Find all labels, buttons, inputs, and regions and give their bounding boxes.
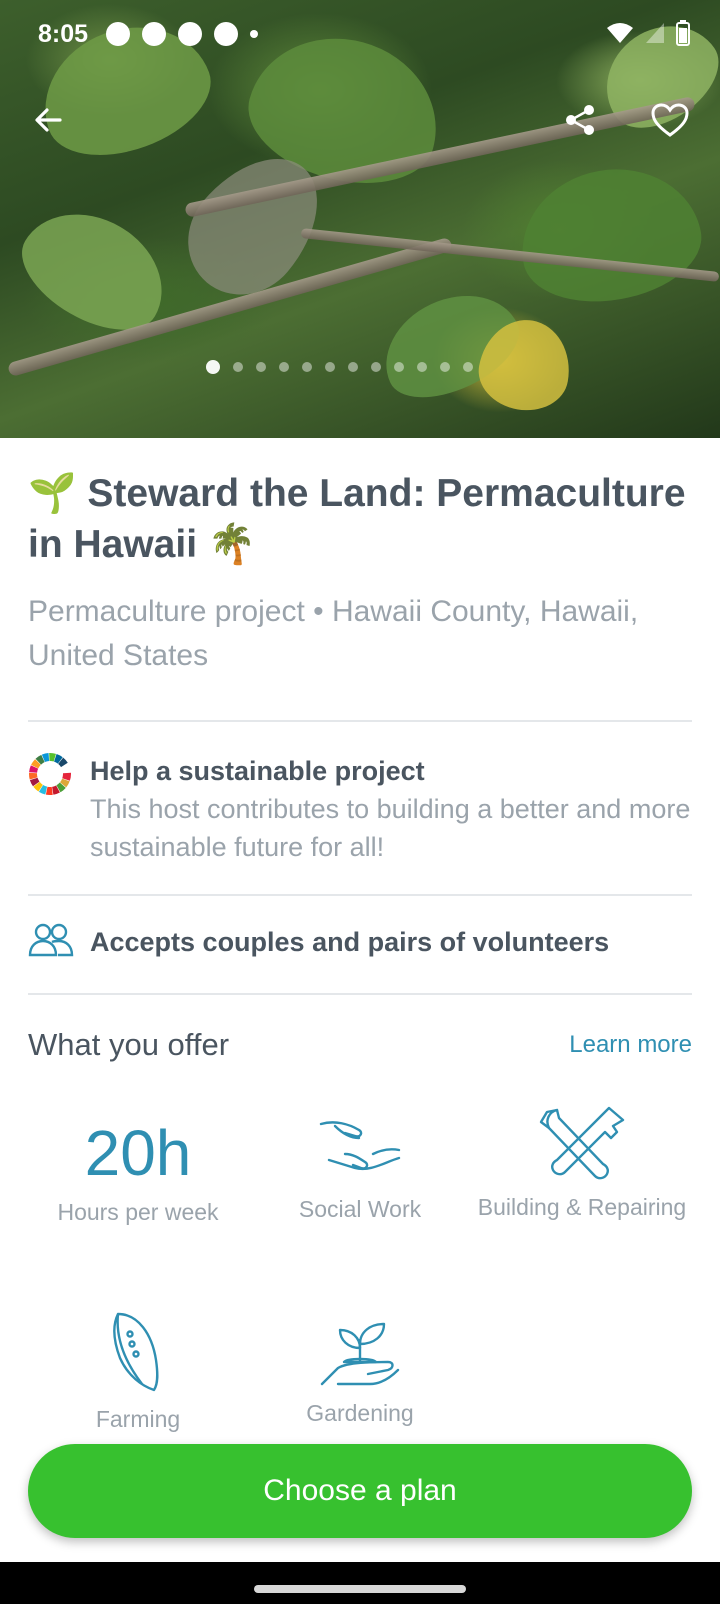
plant-in-hand-icon bbox=[320, 1322, 400, 1386]
offer-hours: 20h Hours per week bbox=[28, 1118, 248, 1229]
offer-item-gardening: Gardening bbox=[250, 1318, 470, 1430]
palm-tree-emoji: 🌴 bbox=[207, 523, 257, 566]
divider bbox=[28, 894, 692, 896]
photo-leaf bbox=[510, 155, 710, 315]
hours-label: Hours per week bbox=[57, 1199, 219, 1225]
learn-more-link[interactable]: Learn more bbox=[569, 1031, 692, 1059]
feature-icon-wrap bbox=[28, 752, 74, 801]
carousel-dot-active[interactable] bbox=[206, 360, 220, 374]
heart-outline-icon bbox=[651, 103, 689, 137]
system-icons bbox=[606, 20, 690, 46]
messenger-notification-icon bbox=[178, 22, 202, 46]
hands-icon bbox=[319, 1121, 401, 1171]
choose-plan-button[interactable]: Choose a plan bbox=[28, 1444, 692, 1538]
offer-item-farming: Farming bbox=[28, 1310, 248, 1436]
carousel-dot[interactable] bbox=[417, 362, 427, 372]
carousel-dot[interactable] bbox=[394, 362, 404, 372]
hours-value: 20h bbox=[84, 1117, 192, 1189]
feature-title: Accepts couples and pairs of volunteers bbox=[90, 927, 610, 957]
seedling-emoji: 🌱 bbox=[28, 472, 77, 515]
notification-icons bbox=[106, 22, 258, 46]
system-nav-bar bbox=[0, 1562, 720, 1604]
carousel-dot[interactable] bbox=[233, 362, 243, 372]
more-notifications-dot-icon bbox=[250, 30, 258, 38]
listing-title-text: Steward the Land: Permaculture in Hawaii bbox=[28, 472, 686, 566]
feature-body: Help a sustainable project This host con… bbox=[90, 752, 692, 866]
offer-title: What you offer bbox=[28, 1027, 230, 1062]
carousel-indicator[interactable] bbox=[206, 360, 473, 374]
feature-couples: Accepts couples and pairs of volunteers bbox=[28, 922, 692, 963]
corn-icon bbox=[113, 1312, 159, 1392]
offer-item-label: Gardening bbox=[306, 1400, 414, 1426]
offer-item-social-work: Social Work bbox=[250, 1114, 470, 1226]
status-bar: 8:05 bbox=[0, 0, 720, 70]
carousel-dot[interactable] bbox=[371, 362, 381, 372]
favorite-button[interactable] bbox=[646, 96, 694, 144]
offer-item-label: Farming bbox=[95, 1406, 181, 1432]
messenger-notification-icon bbox=[142, 22, 166, 46]
listing-subtitle: Permaculture project • Hawaii County, Ha… bbox=[28, 595, 639, 672]
feature-icon-wrap bbox=[28, 922, 74, 963]
share-icon bbox=[566, 105, 594, 135]
tools-icon bbox=[539, 1106, 625, 1180]
arrow-left-icon bbox=[35, 108, 62, 132]
carousel-dot[interactable] bbox=[325, 362, 335, 372]
listing-title: 🌱 Steward the Land: Permaculture in Hawa… bbox=[28, 468, 692, 570]
carousel-dot[interactable] bbox=[256, 362, 266, 372]
sdg-wheel-icon bbox=[29, 753, 71, 795]
status-time: 8:05 bbox=[38, 20, 89, 48]
offer-item-building-repairing: Building & Repairing bbox=[472, 1104, 692, 1224]
offer-item-label: Building & Repairing bbox=[477, 1194, 687, 1220]
chat-notification-icon bbox=[106, 22, 130, 46]
carousel-dot[interactable] bbox=[440, 362, 450, 372]
divider bbox=[28, 993, 692, 995]
messenger-notification-icon bbox=[214, 22, 238, 46]
offer-header: What you offer Learn more bbox=[28, 1027, 692, 1063]
feature-title: Help a sustainable project bbox=[90, 756, 425, 786]
carousel-dot[interactable] bbox=[463, 362, 473, 372]
offer-item-label: Social Work bbox=[298, 1196, 422, 1222]
battery-icon bbox=[676, 20, 690, 46]
carousel-dot[interactable] bbox=[348, 362, 358, 372]
home-gesture-handle[interactable] bbox=[254, 1585, 466, 1593]
couple-icon bbox=[28, 923, 74, 957]
feature-text: This host contributes to building a bett… bbox=[90, 794, 691, 862]
signal-icon bbox=[646, 23, 664, 43]
back-button[interactable] bbox=[24, 96, 72, 144]
wifi-icon bbox=[607, 23, 633, 43]
divider bbox=[28, 720, 692, 722]
share-button[interactable] bbox=[556, 96, 604, 144]
feature-sustainable: Help a sustainable project This host con… bbox=[28, 752, 692, 866]
listing-details: 🌱 Steward the Land: Permaculture in Hawa… bbox=[28, 438, 692, 1432]
carousel-dot[interactable] bbox=[279, 362, 289, 372]
carousel-dot[interactable] bbox=[302, 362, 312, 372]
